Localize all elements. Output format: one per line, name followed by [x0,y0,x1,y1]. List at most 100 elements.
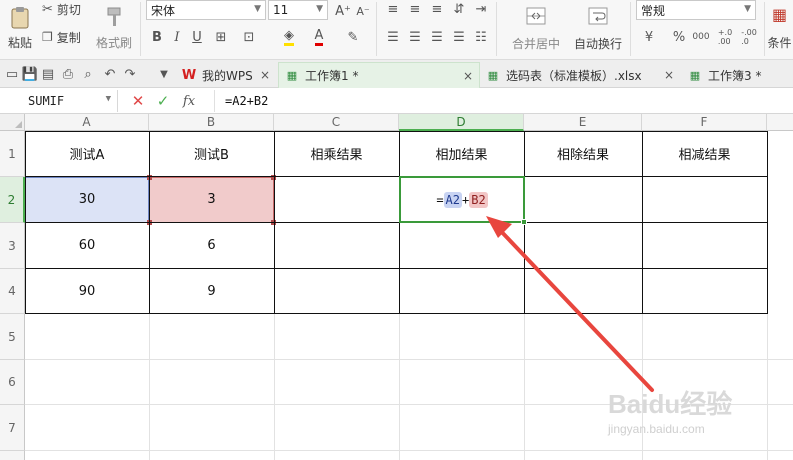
merge-center-label: 合并居中 [511,36,560,51]
header-cell[interactable]: 相乘结果 [274,131,399,176]
cancel-edit-button[interactable]: ✕ [130,92,146,110]
copy-button[interactable]: ❐ 复制 [42,28,92,46]
paste-label: 粘贴 [7,35,32,50]
merge-center-button[interactable]: 合并居中 [500,0,572,56]
align-right-button[interactable]: ☰ [428,28,446,46]
decrease-font-button[interactable]: A⁻ [354,2,372,20]
thousands-button[interactable]: 000 [690,28,712,46]
number-format-select[interactable]: 常规 ▼ [636,0,756,20]
formula-ref-a2: A2 [443,191,462,208]
data-cell[interactable]: 3 [149,177,274,222]
cell-d2-formula[interactable]: = A2 + B2 [401,178,523,221]
row-header-6[interactable]: 6 [0,360,25,405]
header-cell[interactable]: 相加结果 [399,131,524,176]
cell-style-button[interactable]: ⊡ [240,28,258,46]
column-header-e[interactable]: E [524,114,642,131]
close-icon[interactable]: × [260,68,270,82]
tab-workbook3[interactable]: ▦ 工作簿3 * [682,62,793,88]
increase-decimal-button[interactable]: +.0 .00 [714,26,736,48]
row-header-1[interactable]: 1 [0,131,25,177]
column-header-a[interactable]: A [25,114,149,131]
row-header-4[interactable]: 4 [0,269,25,314]
column-header-d[interactable]: D [399,114,524,131]
fill-handle[interactable] [521,219,527,225]
formula-input[interactable]: =A2+B2 [214,90,793,112]
distribute-button[interactable]: ☷ [472,28,490,46]
column-header-c[interactable]: C [274,114,399,131]
paint-bucket-icon: ◈ [284,28,294,46]
increase-font-button[interactable]: A⁺ [334,2,352,20]
wps-logo-icon: W [181,67,197,83]
header-cell[interactable]: 测试B [149,131,274,176]
row-header-3[interactable]: 3 [0,223,25,269]
name-box[interactable]: SUMIF ▼ [0,90,118,112]
align-middle-icon: ≡ [409,1,421,17]
data-cell[interactable]: 90 [25,269,149,314]
font-name-select[interactable]: 宋体 ▼ [146,0,266,20]
merge-cells-icon [526,7,546,24]
font-color-button[interactable]: A [310,28,328,46]
cut-button[interactable]: ✂ 剪切 [42,0,92,18]
tab-workbook1[interactable]: ▦ 工作簿1 * × [278,62,480,88]
align-center-button[interactable]: ☰ [406,28,424,46]
pdf-icon: ▤ [41,66,55,82]
column-header-f[interactable]: F [642,114,767,131]
document-tab-bar: ▭ 💾 ▤ ⎙ ⌕ ↶ ↷ ▼ W 我的WPS × ▦ 工作簿1 * × ▦ 选… [0,60,793,88]
header-cell[interactable]: 相除结果 [524,131,642,176]
row-header-7[interactable]: 7 [0,405,25,451]
distribute-icon: ☷ [475,29,487,45]
tab-label: 工作簿1 * [305,69,359,83]
confirm-edit-button[interactable]: ✓ [155,92,171,110]
save-button[interactable]: 💾 [22,66,38,82]
data-cell[interactable]: 60 [25,223,149,268]
header-cell[interactable]: 测试A [25,131,149,176]
redo-button[interactable]: ↷ [122,66,138,82]
percent-button[interactable]: % [670,28,688,46]
align-bottom-button[interactable]: ≡ [428,0,446,18]
data-cell[interactable]: 6 [149,223,274,268]
tab-my-wps[interactable]: W 我的WPS × [176,62,276,88]
align-left-button[interactable]: ☰ [384,28,402,46]
data-cell[interactable]: 30 [25,177,149,222]
export-pdf-button[interactable]: ▤ [40,66,56,82]
insert-function-button[interactable]: fx [178,92,200,110]
borders-button[interactable]: ⊞ [212,28,230,46]
decrease-decimal-button[interactable]: -.00 .0 [738,26,760,48]
format-painter-button[interactable]: 格式刷 [94,0,134,56]
data-cell[interactable]: 9 [149,269,274,314]
font-size-select[interactable]: 11 ▼ [268,0,328,20]
header-label: 相加结果 [435,148,488,163]
conditional-format-button[interactable]: ▦ 条件 [766,0,793,56]
align-middle-button[interactable]: ≡ [406,0,424,18]
fill-color-button[interactable]: ◈ [280,28,298,46]
open-folder-button[interactable]: ▭ [4,66,20,82]
wrap-indent-button[interactable]: ⇥ [472,0,490,18]
customize-toolbar-button[interactable]: ▼ [156,66,172,82]
orientation-button[interactable]: ⇵ [450,0,468,18]
undo-button[interactable]: ↶ [102,66,118,82]
justify-button[interactable]: ☰ [450,28,468,46]
chevron-down-icon: ▼ [105,94,111,104]
row-header-2[interactable]: 2 [0,177,25,223]
row-header-8[interactable] [0,451,25,460]
column-letter: E [578,115,587,129]
close-icon[interactable]: × [664,68,674,82]
tab-code-table[interactable]: ▦ 选码表（标准模板）.xlsx × [480,62,680,88]
close-icon[interactable]: × [463,69,473,83]
paste-button[interactable]: 粘贴 [2,0,38,56]
wrap-text-button[interactable]: 自动换行 [570,0,626,56]
print-button[interactable]: ⎙ [60,66,76,82]
column-header-b[interactable]: B [149,114,274,131]
clear-format-button[interactable]: ✎ [344,28,362,46]
align-top-button[interactable]: ≡ [384,0,402,18]
baidu-watermark-url: jingyan.baidu.com [608,422,705,436]
print-preview-button[interactable]: ⌕ [80,66,96,82]
row-header-5[interactable]: 5 [0,314,25,360]
currency-button[interactable]: ¥ [640,28,658,46]
header-cell[interactable]: 相减结果 [642,131,767,176]
underline-button[interactable]: U [188,28,206,46]
italic-button[interactable]: I [168,28,186,46]
select-all-corner[interactable] [0,114,25,131]
column-header-g[interactable] [767,114,793,131]
bold-button[interactable]: B [148,28,166,46]
